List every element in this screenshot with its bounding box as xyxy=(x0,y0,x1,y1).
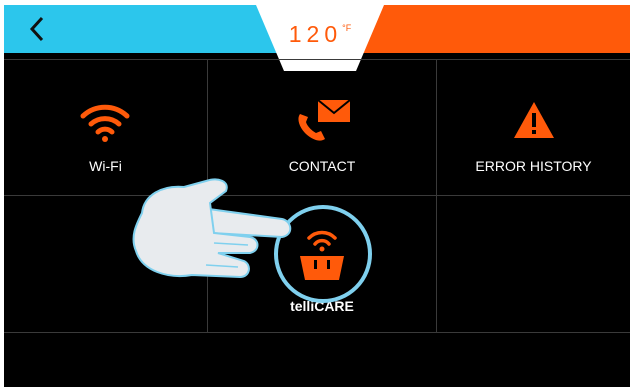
device-screen: 120°F Wi-Fi CONTACT ERROR HISTORY telliC… xyxy=(4,5,630,387)
wifi-icon xyxy=(80,104,130,142)
pointing-hand-icon xyxy=(132,178,292,279)
header-bar: 120°F xyxy=(4,5,630,71)
back-button[interactable] xyxy=(22,13,54,45)
temperature-readout: 120°F xyxy=(256,21,384,48)
temperature-unit: °F xyxy=(342,23,352,33)
temperature-value: 120 xyxy=(288,21,343,47)
contact-icon xyxy=(298,99,351,141)
error-history-label: ERROR HISTORY xyxy=(475,158,592,174)
grid-line-bottom xyxy=(4,332,630,333)
warning-icon xyxy=(514,102,554,138)
chevron-left-icon xyxy=(29,16,44,42)
error-history-tile[interactable]: ERROR HISTORY xyxy=(437,60,630,195)
